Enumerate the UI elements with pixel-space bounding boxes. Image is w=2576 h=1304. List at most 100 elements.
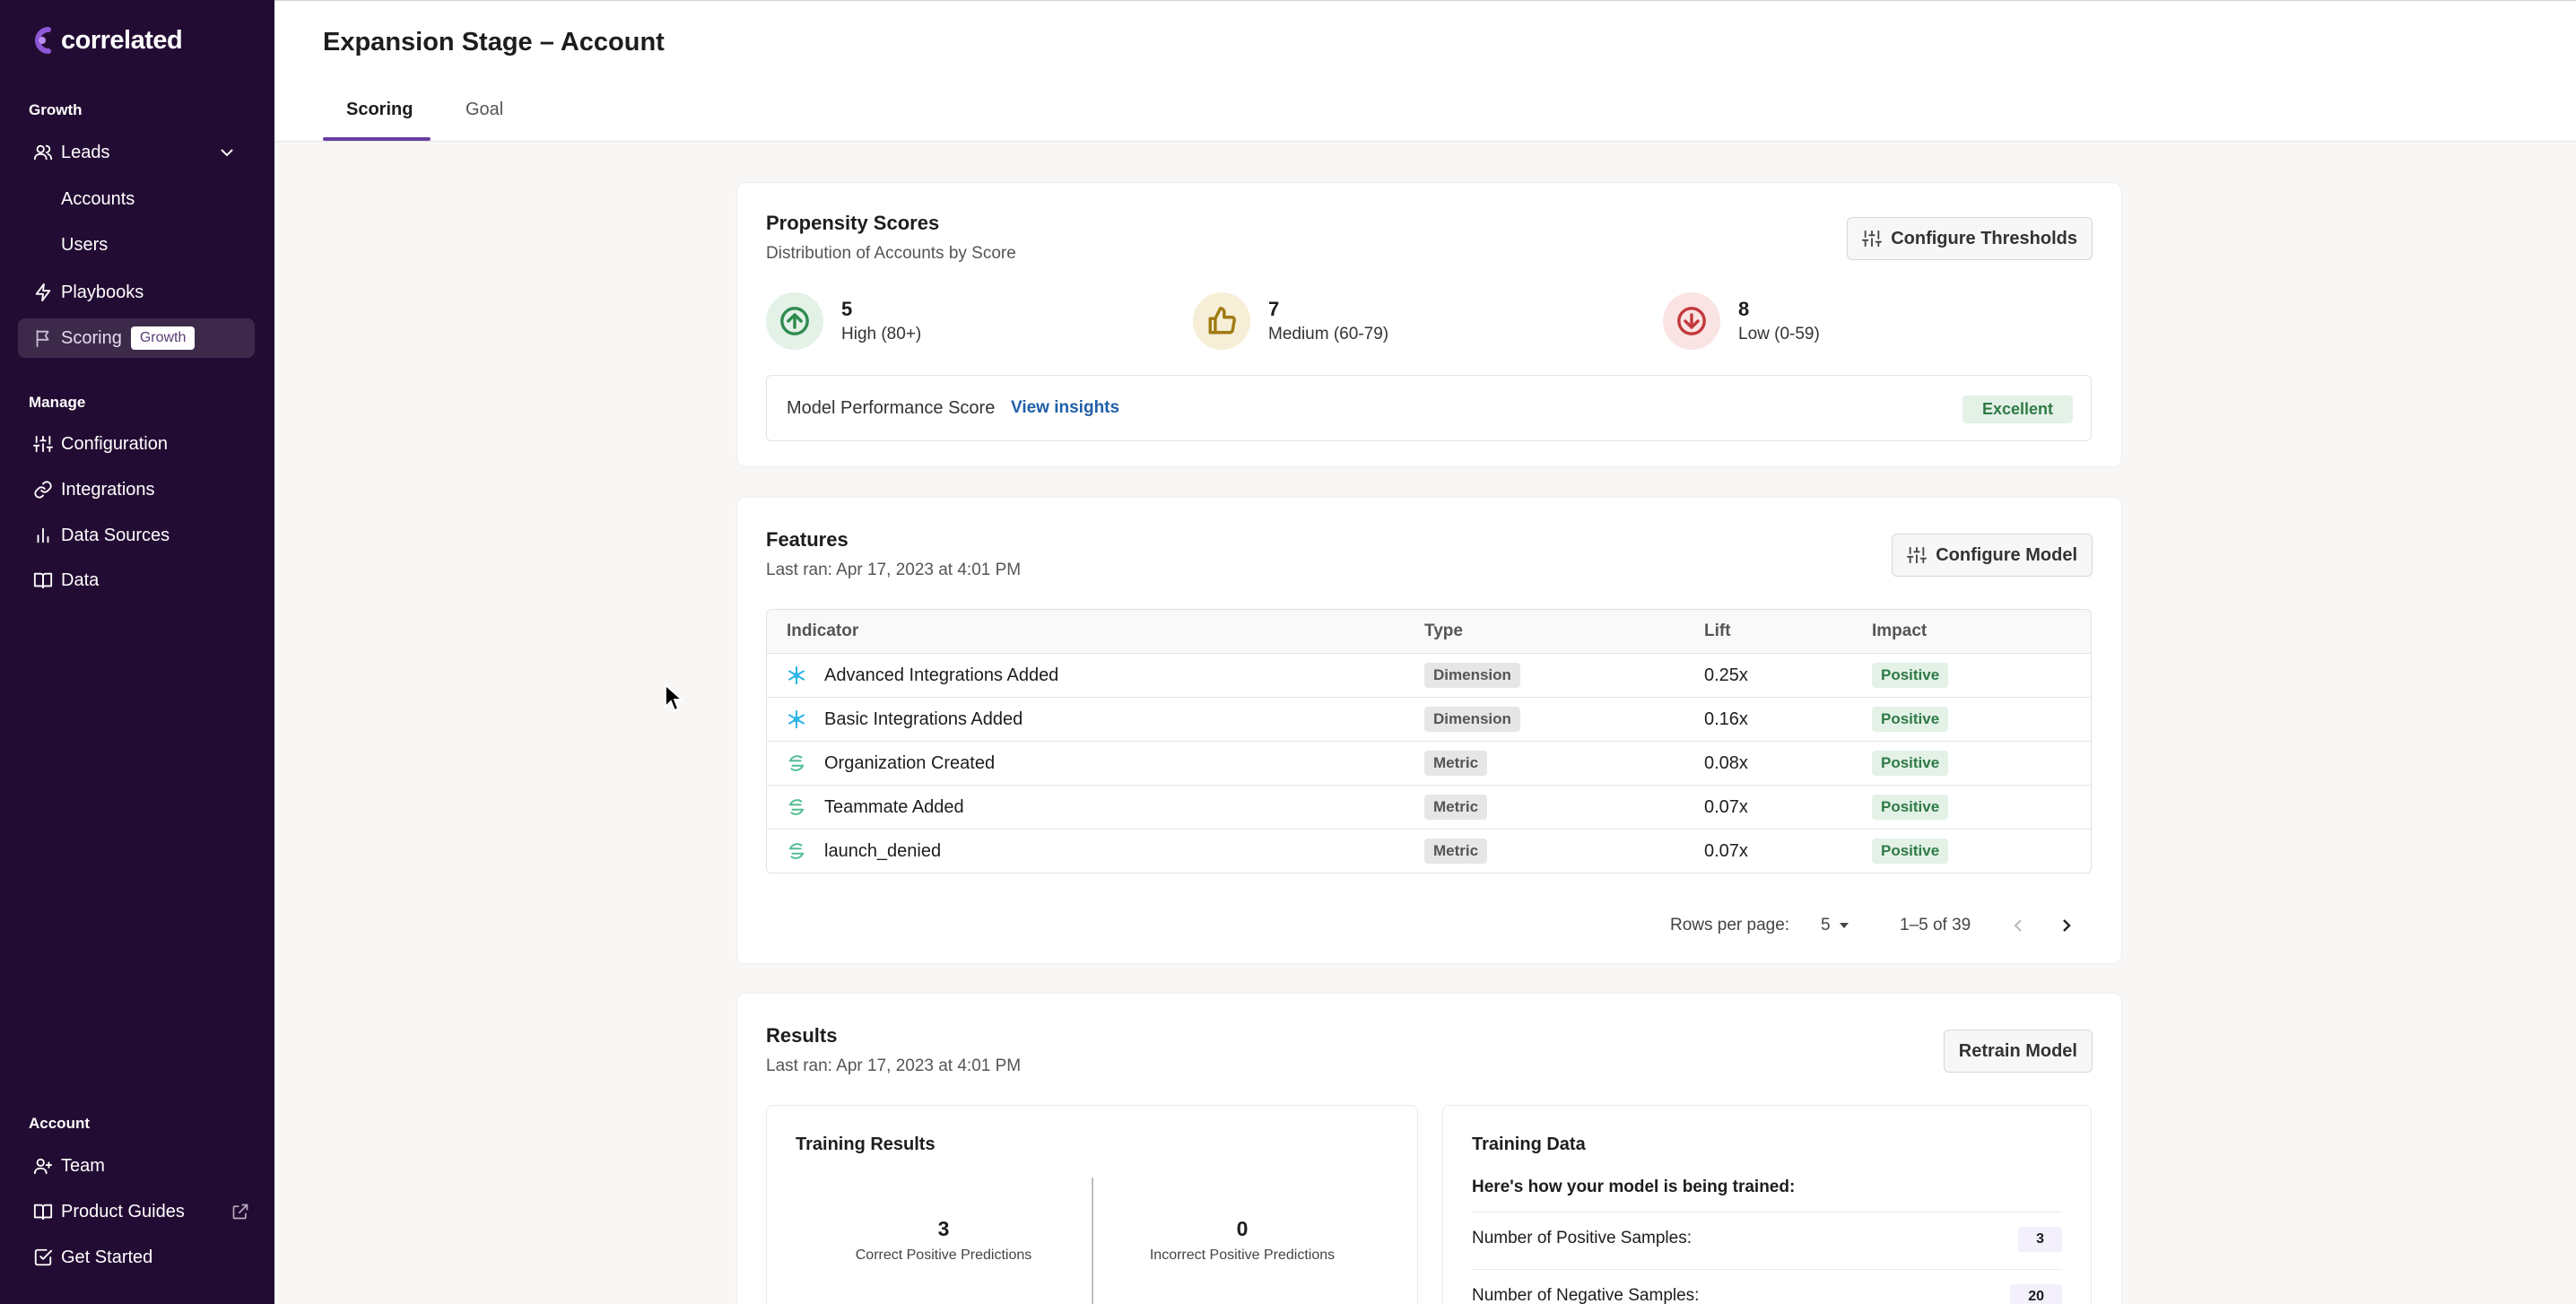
retrain-model-button[interactable]: Retrain Model [1943,1030,2093,1073]
sidebar-item-label: Product Guides [61,1201,185,1221]
sidebar-item-product-guides[interactable]: Product Guides [18,1192,255,1231]
sidebar-item-label: Users [61,234,109,255]
features-last-ran: Last ran: Apr 17, 2023 at 4:01 PM [766,561,1022,579]
users-icon [27,143,59,162]
chevron-down-icon[interactable] [219,144,235,161]
training-results-panel: Training Results 3 Correct Positive Pred… [766,1105,1418,1304]
negative-samples-value: 20 [2010,1284,2062,1304]
lift-value: 0.07x [1704,796,1748,817]
app-logo[interactable]: correlated [29,25,183,56]
column-header-impact[interactable]: Impact [1872,610,1927,653]
link-icon [27,480,59,500]
sidebar-item-label: Integrations [61,479,155,500]
sliders-icon [27,434,59,454]
chevron-left-icon [2014,919,2022,932]
tab-goal[interactable]: Goal [466,100,503,120]
table-row[interactable]: launch_denied Metric 0.07x Positive [767,829,2091,873]
sidebar-item-label: Data Sources [61,525,170,545]
sidebar-item-label: Team [61,1155,105,1176]
results-card: Results Last ran: Apr 17, 2023 at 4:01 P… [736,993,2122,1304]
lightning-icon [27,283,59,302]
incorrect-predictions-label: Incorrect Positive Predictions [1149,1247,1336,1263]
configure-thresholds-button[interactable]: Configure Thresholds [1847,217,2093,260]
table-row[interactable]: Advanced Integrations Added Dimension 0.… [767,653,2091,697]
incorrect-predictions-count: 0 [1236,1217,1249,1240]
sidebar-item-data[interactable]: Data [18,561,255,600]
type-badge: Metric [1424,795,1488,820]
sidebar-item-label: Data [61,569,100,590]
correlated-logo-icon [35,27,51,54]
indicator-name: Basic Integrations Added [824,709,1023,729]
negative-samples-row: Number of Negative Samples: 20 [1472,1269,2062,1304]
page-title: Expansion Stage – Account [323,28,665,57]
sidebar: correlated Growth Leads Accounts Users P… [0,0,274,1304]
lift-value: 0.16x [1704,709,1748,729]
training-data-title: Training Data [1472,1134,1586,1154]
logo-text: correlated [61,25,183,55]
sidebar-item-scoring[interactable]: Scoring Growth [18,318,255,358]
divider [1092,1178,1093,1304]
indicator-name: launch_denied [824,840,942,861]
snowflake-icon [788,665,805,685]
indicator-name: Advanced Integrations Added [824,665,1059,685]
rows-per-page-select[interactable]: 5 [1821,912,1850,939]
column-header-lift[interactable]: Lift [1704,610,1731,653]
score-medium-badge [1193,292,1250,350]
growth-badge: Growth [130,326,196,350]
next-page-button[interactable] [2058,912,2074,939]
score-low-badge [1663,292,1720,350]
score-low-count: 8 [1738,298,1750,320]
results-title: Results [766,1024,838,1047]
checkbox-icon [27,1247,59,1267]
book-icon [27,570,59,590]
section-label-growth: Growth [29,101,83,118]
previous-page-button[interactable] [2011,912,2027,939]
features-title: Features [766,528,849,551]
sidebar-item-data-sources[interactable]: Data Sources [18,516,255,555]
rows-per-page-label: Rows per page: [1670,916,1790,935]
tab-scoring[interactable]: Scoring [346,100,413,120]
caret-down-icon [1839,923,1849,928]
indicator-name: Organization Created [824,752,996,773]
sidebar-item-label: Accounts [61,188,135,209]
features-table: Indicator Type Lift Impact Advanced Inte… [766,609,2092,874]
pagination-range: 1–5 of 39 [1900,916,1971,935]
positive-samples-label: Number of Positive Samples: [1472,1229,1692,1247]
performance-status-badge: Excellent [1962,396,2073,423]
training-data-panel: Training Data Here's how your model is b… [1442,1105,2092,1304]
thumbs-up-icon [1208,307,1236,335]
column-header-type[interactable]: Type [1424,610,1463,653]
impact-badge: Positive [1872,795,1949,820]
external-link-icon [232,1204,248,1220]
score-high: 5 High (80+) [766,292,921,350]
score-low: 8 Low (0-59) [1663,292,1820,350]
chevron-right-icon [2063,919,2071,932]
sidebar-item-team[interactable]: Team [18,1146,255,1186]
column-header-indicator[interactable]: Indicator [787,610,858,653]
sidebar-item-leads[interactable]: Leads [18,133,255,172]
configure-model-button[interactable]: Configure Model [1892,534,2093,577]
sidebar-item-playbooks[interactable]: Playbooks [18,273,255,312]
segment-icon [788,799,805,815]
type-badge: Metric [1424,839,1488,864]
sidebar-item-configuration[interactable]: Configuration [18,424,255,464]
model-performance-box: Model Performance Score View insights Ex… [766,375,2092,441]
positive-samples-value: 3 [2018,1227,2062,1252]
view-insights-link[interactable]: View insights [1011,398,1119,418]
propensity-subtitle: Distribution of Accounts by Score [766,244,1016,263]
sidebar-item-users[interactable]: Users [18,225,255,265]
user-plus-icon [27,1156,59,1176]
sidebar-item-label: Get Started [61,1247,153,1267]
sidebar-item-get-started[interactable]: Get Started [18,1238,255,1277]
page-header: Expansion Stage – Account Scoring Goal [274,0,2576,142]
sidebar-item-integrations[interactable]: Integrations [18,470,255,509]
model-performance-label: Model Performance Score [787,398,996,418]
table-row[interactable]: Basic Integrations Added Dimension 0.16x… [767,697,2091,741]
results-last-ran: Last ran: Apr 17, 2023 at 4:01 PM [766,1056,1022,1075]
propensity-scores-card: Propensity Scores Distribution of Accoun… [736,182,2122,467]
sidebar-item-label: Playbooks [61,282,144,302]
sidebar-item-accounts[interactable]: Accounts [18,179,255,219]
table-row[interactable]: Organization Created Metric 0.08x Positi… [767,741,2091,785]
score-high-label: High (80+) [841,325,922,343]
table-row[interactable]: Teammate Added Metric 0.07x Positive [767,785,2091,829]
